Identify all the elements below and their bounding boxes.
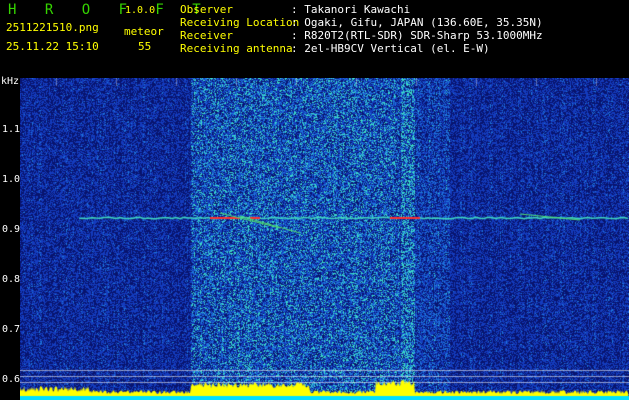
receiver-value: : R820T2(RTL-SDR) SDR-Sharp 53.1000MHz [291,29,543,42]
receiver-label: Receiver [180,29,233,42]
y-tick-label: 0.9 [2,224,21,235]
meteor-count-value: 55 [138,40,152,53]
frequency-unit-label: kHz [1,76,20,87]
observation-datetime: 25.11.22 15:10 [6,40,99,53]
y-tick-label: 0.6 [2,374,21,385]
observer-label: Observer [180,3,233,16]
y-tick-label: 0.7 [2,324,21,335]
meteor-count-label: meteor [124,25,164,38]
y-tick-label: 1.0 [2,174,21,185]
antenna-label: Receiving antenna [180,42,293,55]
hrofft-spectrogram-window: H R O F F T 1.0.0 2511221510.png meteor … [0,0,629,400]
antenna-value: : 2el-HB9CV Vertical (el. E-W) [291,42,490,55]
y-tick-label: 0.8 [2,274,21,285]
location-value: : Ogaki, Gifu, JAPAN (136.60E, 35.35N) [291,16,543,29]
location-label: Receiving Location [180,16,300,29]
spectrogram-plot [20,78,629,400]
file-name: 2511221510.png [6,21,99,34]
y-tick-label: 1.1 [2,124,21,135]
app-version: 1.0.0 [125,5,156,16]
spectrogram-canvas [20,78,629,400]
observer-value: : Takanori Kawachi [291,3,411,16]
